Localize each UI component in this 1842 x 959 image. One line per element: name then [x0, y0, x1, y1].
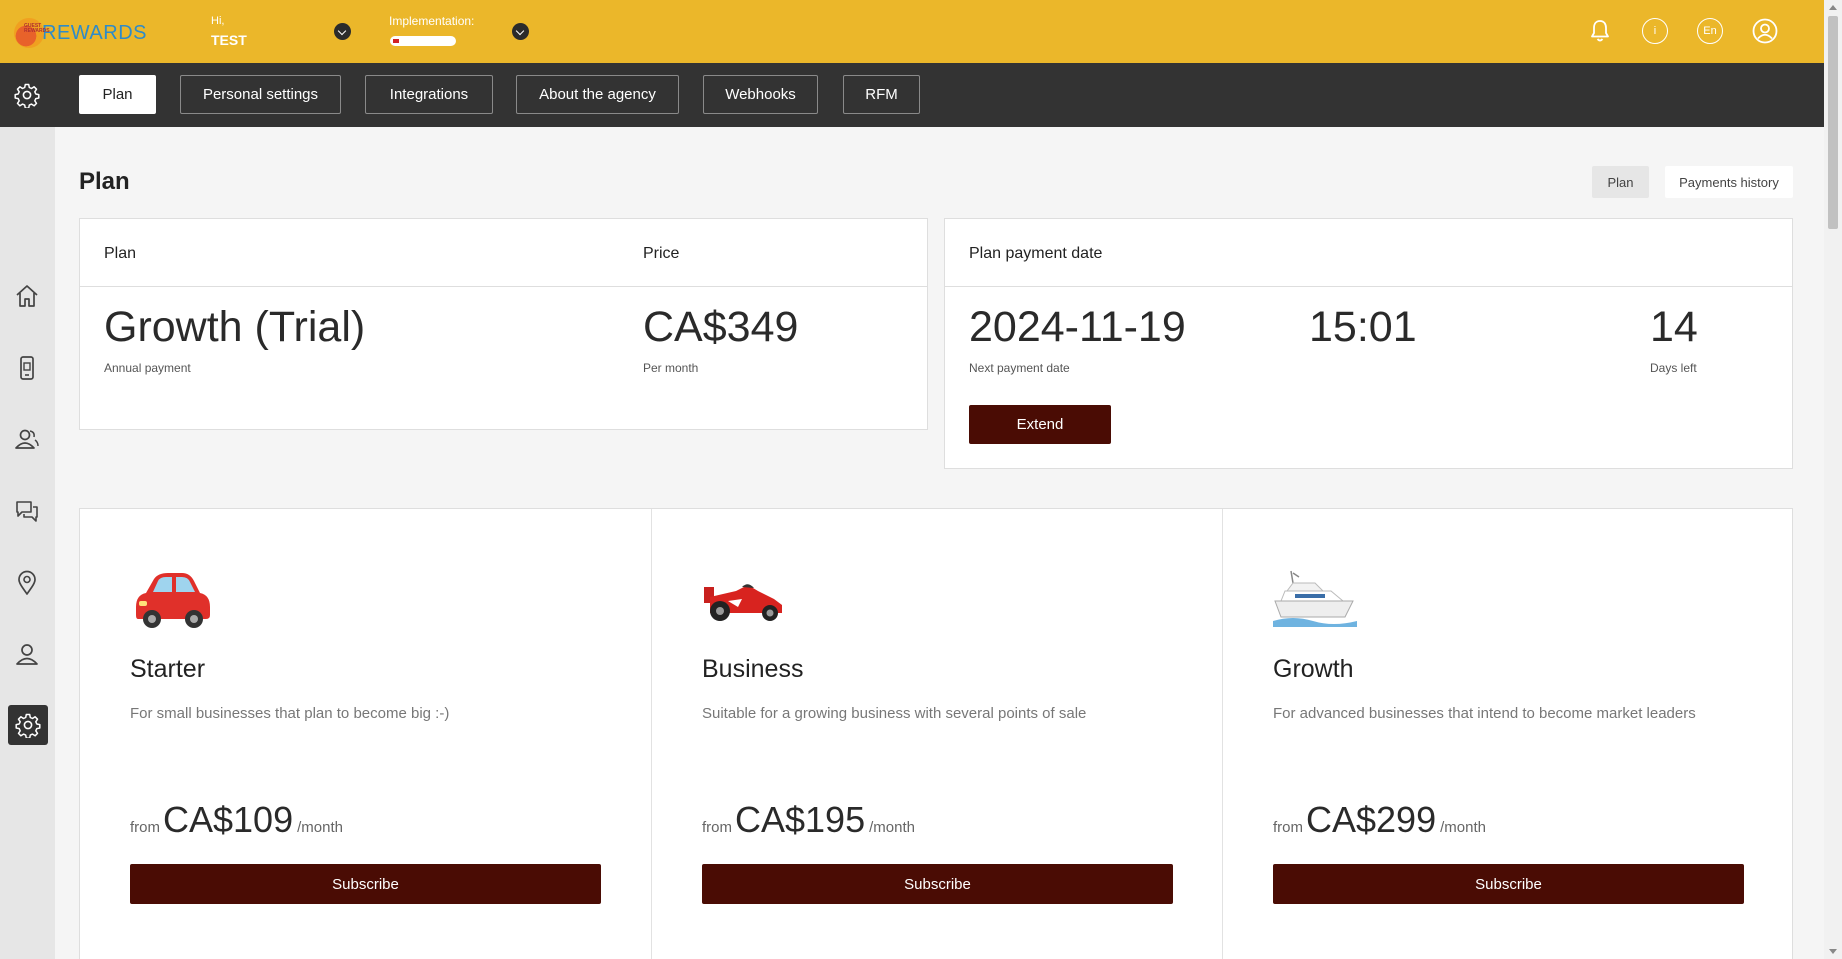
tab-personal-settings[interactable]: Personal settings	[180, 75, 341, 114]
scroll-thumb[interactable]	[1828, 16, 1838, 229]
bell-icon[interactable]	[1587, 18, 1613, 44]
language-icon[interactable]: En	[1697, 18, 1723, 44]
price-period: /month	[1440, 819, 1486, 836]
plan-description: For advanced businesses that intend to b…	[1273, 705, 1696, 722]
price-header: Price	[643, 245, 680, 262]
page-title: Plan	[79, 168, 130, 195]
chat-icon[interactable]	[13, 497, 41, 525]
user-icon[interactable]	[13, 640, 41, 668]
location-icon[interactable]	[13, 569, 41, 597]
page-scrollbar[interactable]	[1824, 0, 1842, 959]
plan-name: Business	[702, 655, 804, 683]
plan-name: Growth	[1273, 655, 1354, 683]
next-payment-date-label: Next payment date	[969, 361, 1070, 375]
current-plan-name: Growth (Trial)	[104, 303, 366, 351]
subscribe-business-button[interactable]: Subscribe	[702, 864, 1173, 904]
next-payment-time: 15:01	[1309, 303, 1417, 351]
price-from-label: from	[1273, 819, 1303, 836]
price-period: /month	[297, 819, 343, 836]
plan-price: from CA$195 /month	[702, 799, 915, 841]
days-left-value: 14	[1650, 303, 1698, 351]
tab-plan[interactable]: Plan	[79, 75, 156, 114]
tab-rfm[interactable]: RFM	[843, 75, 920, 114]
user-name: TEST	[211, 32, 247, 48]
language-label: En	[1703, 25, 1717, 37]
implementation-progress-bar	[390, 36, 456, 46]
current-plan-price: CA$349	[643, 303, 799, 351]
logo-mark: GUEST REWARDS	[14, 18, 50, 48]
plan-description: For small businesses that plan to become…	[130, 705, 450, 722]
tab-about-the-agency[interactable]: About the agency	[516, 75, 679, 114]
plan-card-business: Business Suitable for a growing business…	[651, 509, 1222, 959]
price-amount: CA$109	[163, 799, 294, 840]
user-greeting: Hi, TEST	[211, 14, 247, 47]
settings-icon	[15, 713, 41, 739]
plan-payment-date-card: Plan payment date 2024-11-19 Next paymen…	[944, 218, 1793, 469]
subscribe-growth-button[interactable]: Subscribe	[1273, 864, 1744, 904]
tab-integrations[interactable]: Integrations	[365, 75, 493, 114]
plan-name: Starter	[130, 655, 206, 683]
next-payment-date: 2024-11-19	[969, 303, 1186, 351]
user-dropdown-icon[interactable]	[334, 23, 351, 40]
greeting-text: Hi,	[211, 15, 225, 27]
plan-card-growth: Growth For advanced businesses that inte…	[1222, 509, 1793, 959]
customers-icon[interactable]	[13, 425, 41, 453]
implementation-progress-fill	[393, 38, 400, 43]
price-from-label: from	[702, 819, 732, 836]
scroll-down-arrow-icon[interactable]	[1829, 949, 1837, 954]
price-period: /month	[869, 819, 915, 836]
implementation-dropdown-icon[interactable]	[512, 23, 529, 40]
info-icon[interactable]: i	[1642, 18, 1668, 44]
extend-button[interactable]: Extend	[969, 405, 1111, 444]
sidebar	[0, 127, 55, 959]
plan-card-starter: Starter For small businesses that plan t…	[80, 509, 651, 959]
plan-price: from CA$109 /month	[130, 799, 343, 841]
current-plan-card-header: Plan Price	[80, 219, 927, 287]
scroll-up-arrow-icon[interactable]	[1829, 5, 1837, 10]
settings-nav-bar: Plan Personal settings Integrations Abou…	[0, 63, 1824, 127]
account-icon[interactable]	[1752, 18, 1778, 44]
price-amount: CA$195	[735, 799, 866, 840]
yacht-icon	[1273, 570, 1357, 627]
current-plan-billing: Annual payment	[104, 361, 191, 375]
race-car-icon	[704, 584, 782, 621]
home-icon[interactable]	[13, 282, 41, 310]
logo[interactable]: GUEST REWARDS REWARDS	[14, 18, 147, 48]
current-plan-price-period: Per month	[643, 361, 699, 375]
top-bar: GUEST REWARDS REWARDS Hi, TEST Implement…	[0, 0, 1824, 63]
payments-history-tab[interactable]: Payments history	[1665, 166, 1793, 198]
price-from-label: from	[130, 819, 160, 836]
plans-section: Starter For small businesses that plan t…	[79, 508, 1793, 959]
plan-price: from CA$299 /month	[1273, 799, 1486, 841]
car-icon	[136, 573, 210, 628]
implementation-label: Implementation:	[389, 14, 475, 28]
gear-icon[interactable]	[14, 82, 40, 108]
current-plan-card: Plan Price Growth (Trial) Annual payment…	[79, 218, 928, 430]
mobile-card-icon[interactable]	[13, 354, 41, 382]
subscribe-starter-button[interactable]: Subscribe	[130, 864, 601, 904]
payment-header: Plan payment date	[969, 245, 1103, 262]
logo-small-text: GUEST REWARDS	[24, 23, 50, 34]
plan-description: Suitable for a growing business with sev…	[702, 705, 1087, 722]
payment-card-header: Plan payment date	[945, 219, 1792, 287]
days-left-label: Days left	[1650, 361, 1697, 375]
plan-view-tab[interactable]: Plan	[1592, 166, 1649, 198]
plan-header: Plan	[104, 245, 137, 262]
price-amount: CA$299	[1306, 799, 1437, 840]
logo-text: REWARDS	[42, 21, 147, 44]
tab-webhooks[interactable]: Webhooks	[703, 75, 818, 114]
sidebar-settings[interactable]	[8, 705, 48, 745]
